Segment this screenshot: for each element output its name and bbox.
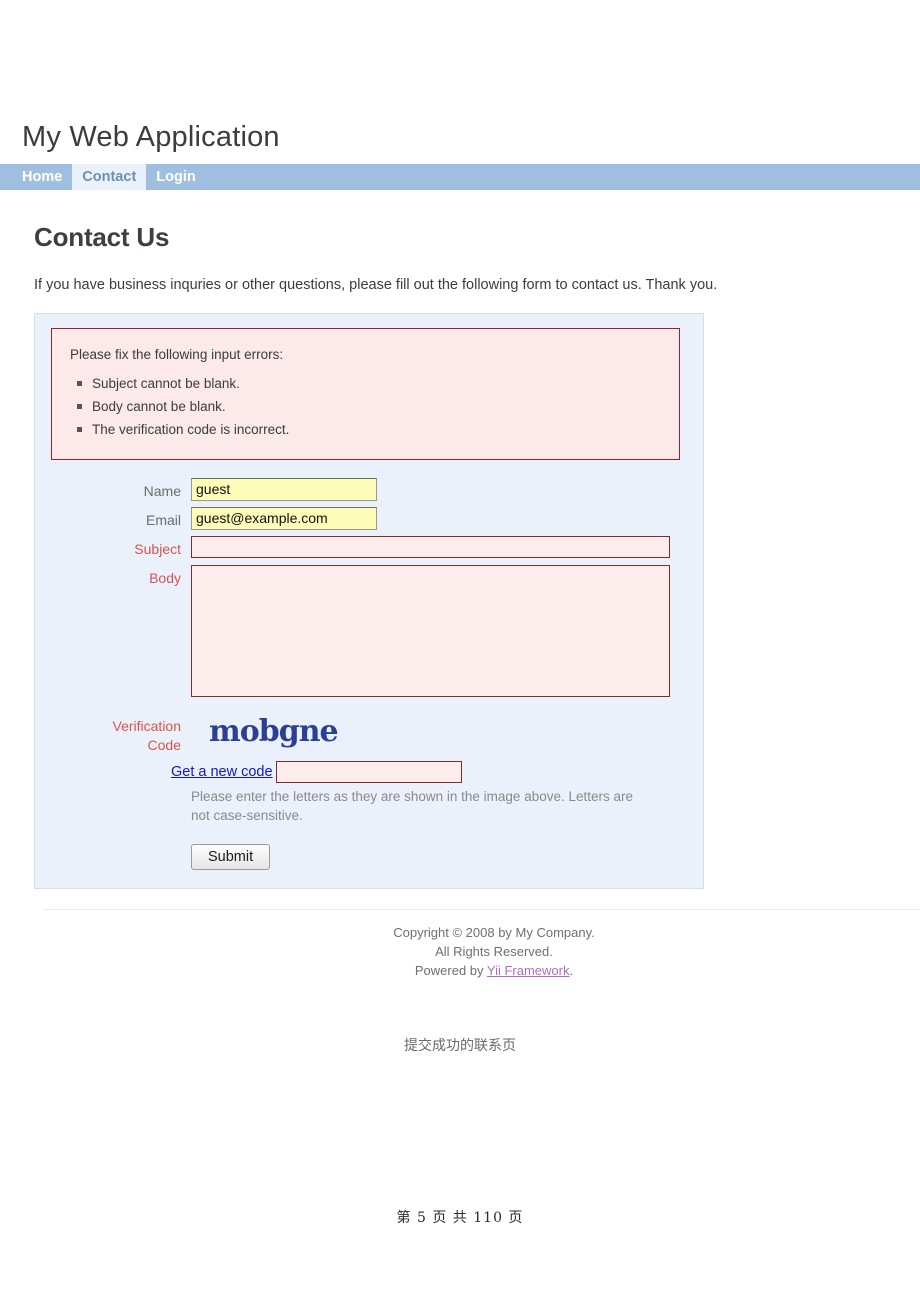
- label-subject: Subject: [134, 540, 181, 557]
- site-title: My Web Application: [22, 121, 280, 153]
- page-footer: Copyright © 2008 by My Company. All Righ…: [44, 908, 920, 981]
- body-textarea[interactable]: [191, 564, 670, 697]
- label-verification-code: Verification Code: [51, 713, 191, 755]
- captcha-controls: Get a new code: [51, 760, 687, 783]
- scan-caption: 提交成功的联系页: [404, 1038, 516, 1054]
- label-body: Body: [149, 569, 181, 586]
- page-content: Contact Us If you have business inquries…: [0, 190, 920, 981]
- footer-powered-suffix: .: [569, 962, 574, 978]
- contact-form-panel: Please fix the following input errors: S…: [34, 313, 704, 889]
- captcha-hint-text: Please enter the letters as they are sho…: [191, 788, 634, 824]
- error-summary-title: Please fix the following input errors:: [70, 347, 284, 363]
- footer-rights: All Rights Reserved.: [435, 943, 553, 959]
- form-row-subject: Subject: [51, 535, 687, 559]
- error-summary: Please fix the following input errors: S…: [51, 328, 680, 460]
- error-list: Subject cannot be blank. Body cannot be …: [68, 374, 663, 441]
- error-list-item: The verification code is incorrect.: [77, 420, 663, 441]
- form-row-submit: Submit: [51, 843, 687, 870]
- site-header: My Web Application: [0, 110, 920, 164]
- footer-copyright: Copyright © 2008 by My Company.: [393, 924, 595, 940]
- form-row-email: Email: [51, 506, 687, 530]
- captcha-area: mobgne: [191, 713, 339, 755]
- nav-item-contact[interactable]: Contact: [72, 163, 147, 190]
- scanned-page: My Web Application Home Contact Login Co…: [0, 0, 920, 1302]
- form-row-verification-code: Verification Code mobgne: [51, 713, 687, 755]
- refresh-captcha-link[interactable]: Get a new code: [171, 764, 273, 780]
- footer-powered-by: Powered by Yii Framework.: [44, 962, 920, 981]
- verification-code-input[interactable]: [275, 760, 462, 783]
- page-title: Contact Us: [34, 221, 170, 252]
- main-navigation: Home Contact Login: [0, 163, 920, 190]
- form-row-body: Body: [51, 564, 687, 697]
- error-list-item: Subject cannot be blank.: [77, 374, 663, 395]
- nav-item-login[interactable]: Login: [146, 164, 205, 190]
- label-email: Email: [145, 511, 181, 528]
- error-list-item: Body cannot be blank.: [77, 397, 663, 418]
- form-row-name: Name: [51, 477, 687, 501]
- footer-powered-prefix: Powered by: [414, 962, 487, 978]
- nav-item-home[interactable]: Home: [12, 164, 72, 190]
- page-number: 第 5 页 共 110 页: [396, 1210, 524, 1226]
- intro-paragraph: If you have business inquries or other q…: [34, 276, 718, 293]
- email-input[interactable]: [191, 506, 377, 530]
- subject-input[interactable]: [191, 535, 670, 558]
- submit-button[interactable]: Submit: [191, 843, 271, 870]
- label-name: Name: [143, 482, 181, 499]
- label-verification-line1: Verification: [112, 717, 181, 734]
- captcha-image: mobgne: [209, 713, 339, 749]
- yii-framework-link[interactable]: Yii Framework: [487, 963, 570, 978]
- label-verification-line2: Code: [147, 736, 181, 753]
- nav-left-spacer: [0, 164, 12, 190]
- name-input[interactable]: [191, 477, 377, 501]
- web-page-screenshot: My Web Application Home Contact Login Co…: [0, 110, 920, 980]
